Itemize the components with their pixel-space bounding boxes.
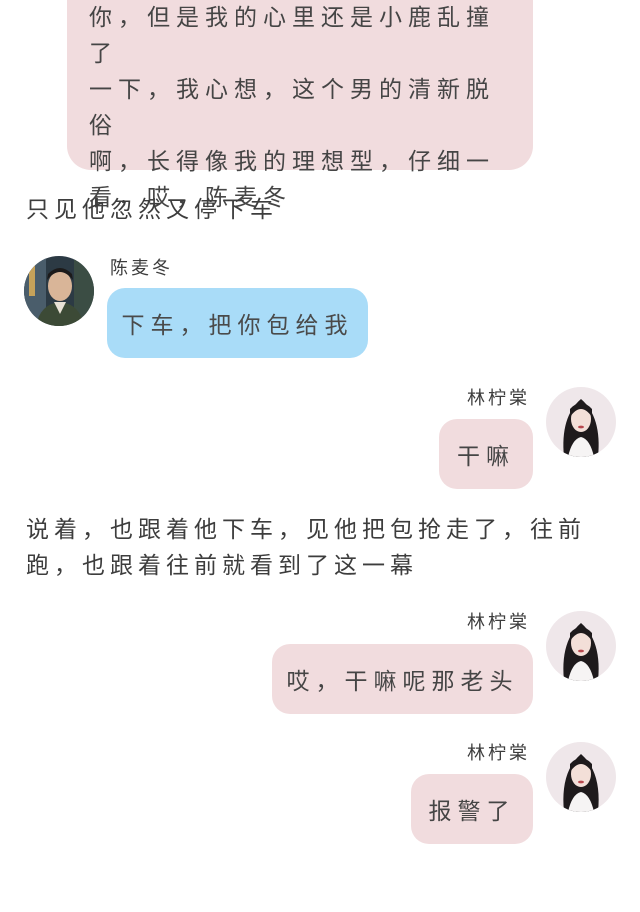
woman-portrait-icon xyxy=(546,387,616,457)
message-bubble-partial: 你，但是我的心里还是小鹿乱撞了 一下，我心想，这个男的清新脱俗 啊，长得像我的理… xyxy=(67,0,533,211)
message-text: 干嘛 xyxy=(457,444,515,470)
narration-line: 说着，也跟着他下车，见他把包抢走了，往前 xyxy=(26,517,586,543)
message-bubble[interactable]: 报警了 xyxy=(411,774,533,844)
avatar-chen-maidong[interactable] xyxy=(24,256,94,326)
avatar-lin-ningtang[interactable] xyxy=(546,387,616,457)
message-text: 哎，干嘛呢那老头 xyxy=(286,669,519,695)
woman-portrait-icon xyxy=(546,742,616,812)
sender-name: 林柠棠 xyxy=(467,743,530,764)
sender-name: 林柠棠 xyxy=(467,612,530,633)
sender-name: 林柠棠 xyxy=(467,388,530,409)
message-bubble[interactable]: 哎，干嘛呢那老头 xyxy=(272,644,533,714)
sender-name: 陈麦冬 xyxy=(110,258,173,279)
message-line: 一下，我心想，这个男的清新脱俗 xyxy=(89,77,495,139)
message-line: 啊，长得像我的理想型，仔细一 xyxy=(89,149,495,175)
narration-line: 跑，也跟着往前就看到了这一幕 xyxy=(26,553,418,579)
message-text: 下车，把你包给我 xyxy=(121,313,354,339)
message-bubble[interactable]: 下车，把你包给我 xyxy=(107,288,368,358)
avatar-lin-ningtang[interactable] xyxy=(546,742,616,812)
avatar-lin-ningtang[interactable] xyxy=(546,611,616,681)
man-portrait-icon xyxy=(24,256,94,326)
message-line: 你，但是我的心里还是小鹿乱撞了 xyxy=(89,5,495,67)
message-bubble[interactable]: 干嘛 xyxy=(439,419,533,489)
narration-text: 只见他忽然又停下车 xyxy=(26,197,278,223)
woman-portrait-icon xyxy=(546,611,616,681)
message-text: 报警了 xyxy=(428,799,516,825)
narration-text: 说着，也跟着他下车，见他把包抢走了，往前 跑，也跟着往前就看到了这一幕 xyxy=(26,512,586,584)
